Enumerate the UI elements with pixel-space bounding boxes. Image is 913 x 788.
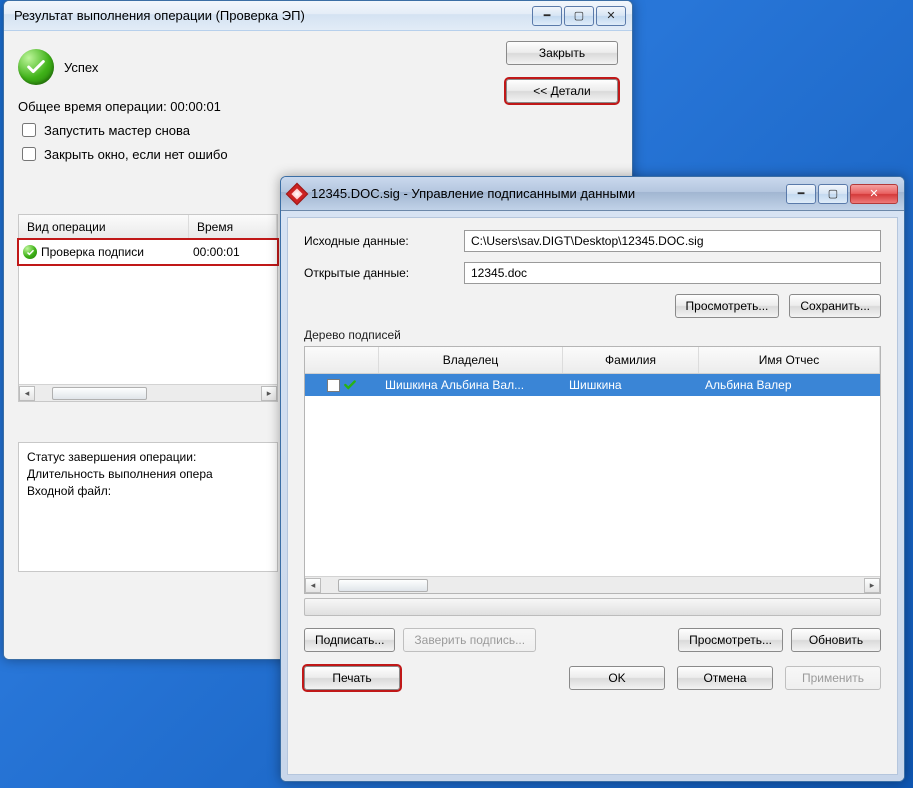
- countersign-button: Заверить подпись...: [403, 628, 536, 652]
- maximize-button[interactable]: ▢: [564, 6, 594, 26]
- window-close-button[interactable]: ✕: [596, 6, 626, 26]
- sign-button[interactable]: Подписать...: [304, 628, 395, 652]
- refresh-button[interactable]: Обновить: [791, 628, 881, 652]
- verified-icon: [343, 378, 357, 392]
- signatures-tree[interactable]: Владелец Фамилия Имя Отчес Шишкина Альби…: [304, 346, 881, 594]
- open-data-label: Открытые данные:: [304, 266, 454, 280]
- cancel-button[interactable]: Отмена: [677, 666, 773, 690]
- restart-checkbox[interactable]: Запустить мастер снова: [18, 120, 618, 140]
- status-box: Статус завершения операции: Длительность…: [18, 442, 278, 572]
- col-time[interactable]: Время: [189, 215, 277, 239]
- app-icon: [289, 186, 305, 202]
- view-signature-button[interactable]: Просмотреть...: [678, 628, 783, 652]
- operations-table: Вид операции Время Проверка подписи 00:0…: [18, 214, 278, 402]
- tree-hscroll[interactable]: ◂ ▸: [305, 576, 880, 593]
- col-name[interactable]: Имя Отчес: [699, 347, 880, 373]
- manage-signed-data-dialog: 12345.DOC.sig - Управление подписанными …: [280, 176, 905, 782]
- row-checkbox[interactable]: [327, 379, 340, 392]
- source-label: Исходные данные:: [304, 234, 454, 248]
- result-titlebar[interactable]: Результат выполнения операции (Проверка …: [4, 1, 632, 31]
- signed-data-titlebar[interactable]: 12345.DOC.sig - Управление подписанными …: [281, 177, 904, 211]
- window-close-button[interactable]: ✕: [850, 184, 898, 204]
- restart-checkbox-input[interactable]: [22, 123, 36, 137]
- success-icon: [18, 49, 54, 85]
- result-title: Результат выполнения операции (Проверка …: [14, 8, 532, 23]
- ok-button[interactable]: OK: [569, 666, 665, 690]
- view-button[interactable]: Просмотреть...: [675, 294, 780, 318]
- signed-data-title: 12345.DOC.sig - Управление подписанными …: [311, 186, 786, 201]
- print-button[interactable]: Печать: [304, 666, 400, 690]
- col-owner[interactable]: Владелец: [379, 347, 563, 373]
- maximize-button[interactable]: ▢: [818, 184, 848, 204]
- apply-button: Применить: [785, 666, 881, 690]
- minimize-button[interactable]: ━: [786, 184, 816, 204]
- success-label: Успех: [64, 60, 98, 75]
- tree-outer-scroll[interactable]: [304, 598, 881, 616]
- table-hscroll[interactable]: ◂ ▸: [19, 384, 277, 401]
- minimize-button[interactable]: ━: [532, 6, 562, 26]
- col-expand[interactable]: [305, 347, 379, 373]
- close-no-error-checkbox[interactable]: Закрыть окно, если нет ошибо: [18, 144, 618, 164]
- row-status-icon: [23, 245, 37, 259]
- close-button[interactable]: Закрыть: [506, 41, 618, 65]
- open-data-field[interactable]: [464, 262, 881, 284]
- close-no-error-checkbox-input[interactable]: [22, 147, 36, 161]
- operation-row[interactable]: Проверка подписи 00:00:01: [19, 240, 277, 264]
- col-surname[interactable]: Фамилия: [563, 347, 699, 373]
- signature-row[interactable]: Шишкина Альбина Вал... Шишкина Альбина В…: [305, 374, 880, 396]
- col-operation[interactable]: Вид операции: [19, 215, 189, 239]
- source-path-field[interactable]: [464, 230, 881, 252]
- details-button[interactable]: << Детали: [506, 79, 618, 103]
- save-button[interactable]: Сохранить...: [789, 294, 881, 318]
- signatures-tree-label: Дерево подписей: [304, 328, 881, 342]
